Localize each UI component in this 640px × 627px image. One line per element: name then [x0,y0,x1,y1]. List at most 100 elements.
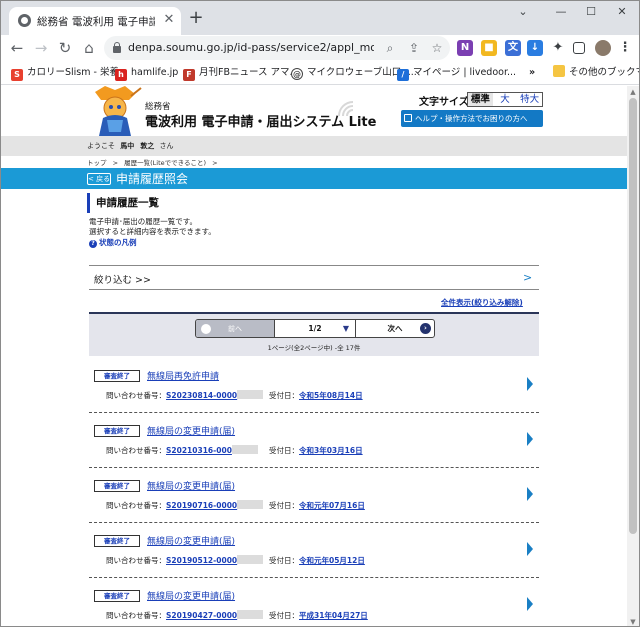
back-button[interactable]: < 戻る [87,173,111,185]
bookmarks-bar: S カロリーSlism - 栄養... h hamlife.jp F 月刊FBニュース… [1,61,639,85]
forward-arrow-icon[interactable]: → [31,38,51,58]
help-window-icon [404,114,412,122]
application-row[interactable]: 審査終了 無線局の変更申請(届) 問い合わせ番号：S20190512-0000 受付日… [89,523,539,578]
inquiry-number-value: S20190716-0000 [166,501,238,510]
breadcrumb-separator: > [112,159,119,167]
bookmark-livedoor[interactable]: / マイページ | livedoor... [397,65,516,81]
inquiry-number-value: S20190512-0000 [166,556,238,565]
row-arrow-icon [527,487,533,501]
home-icon[interactable]: ⌂ [79,38,99,58]
bookmarks-overflow-icon[interactable]: » [529,65,535,81]
received-date-value: 令和5年08月14日 [299,391,363,400]
bookmark-other-folder[interactable]: その他のブックマーク [553,65,639,81]
status-legend-link[interactable]: ? 状態の凡例 [89,237,137,248]
search-icon[interactable]: ⌕ [382,40,398,56]
star-icon[interactable]: ☆ [429,40,445,56]
share-icon[interactable]: ⇪ [406,40,422,56]
breadcrumb-top-link[interactable]: トップ [87,159,107,167]
puzzle-extensions-icon[interactable]: ✦ [550,40,566,56]
download-extension-icon[interactable]: ↓ [527,40,543,56]
next-page-button[interactable]: 次へ › [356,320,434,337]
onenote-extension-icon[interactable]: N [457,40,473,56]
breadcrumb-history-link[interactable]: 履歴一覧(Liteでできること) [124,159,206,167]
page-content: 総務省 電波利用 電子申請・届出システム Lite 文字サイズ 標準 大 特大 … [1,86,627,626]
row-arrow-icon [527,597,533,611]
received-date: 受付日：令和5年08月14日 [269,390,363,401]
redaction-mask [237,390,264,399]
application-row[interactable]: 審査終了 無線局の変更申請(届) 問い合わせ番号：S20190716-0000 受付日… [89,468,539,523]
fontsize-xlarge-button[interactable]: 特大 [517,93,542,106]
received-date: 受付日：平成31年04月27日 [269,610,368,621]
application-name-link[interactable]: 無線局の変更申請(届) [147,424,235,437]
url-text[interactable]: denpa.soumu.go.jp/id-pass/service2/appl_… [128,41,374,54]
inquiry-number: 問い合わせ番号：S20230814-0000 [106,390,264,401]
inquiry-number: 問い合わせ番号：S20210316-000 [106,445,258,456]
page-select[interactable]: 1/2 ▼ [274,320,356,337]
breadcrumb: トップ > 履歴一覧(Liteでできること) > [87,157,222,167]
filter-toggle[interactable]: 絞り込む >> > [89,265,539,290]
prev-circle-icon [201,324,211,334]
fb-icon: F [183,69,195,81]
close-tab-icon[interactable]: ✕ [161,12,177,28]
description-line: 選択すると詳細内容を表示できます。 [89,227,216,236]
welcome-prefix: ようこそ [87,142,115,150]
application-name-link[interactable]: 無線局の変更申請(届) [147,589,235,602]
close-window-button[interactable]: ✕ [610,4,634,20]
reload-icon[interactable]: ↻ [55,38,75,58]
application-row[interactable]: 審査終了 無線局再免許申請 問い合わせ番号：S20230814-0000 受付日：令和… [89,358,539,413]
help-button-label: ヘルプ・操作方法でお困りの方へ [415,114,528,123]
bookmark-calorie[interactable]: S カロリーSlism - 栄養... [11,65,128,81]
profile-avatar[interactable] [595,40,611,56]
application-name-link[interactable]: 無線局の変更申請(届) [147,479,235,492]
at-icon: @ [291,68,303,80]
status-badge: 審査終了 [94,480,140,492]
application-name-link[interactable]: 無線局再免許申請 [147,369,219,382]
new-tab-button[interactable]: + [187,9,205,27]
scroll-up-icon[interactable]: ▲ [629,88,637,96]
scroll-down-icon[interactable]: ▼ [629,618,637,626]
inquiry-number-value: S20230814-0000 [166,391,238,400]
maximize-button[interactable]: ☐ [579,4,603,20]
user-given-name: 敦之 [140,142,155,150]
page-scrollbar[interactable]: ▲ ▼ [627,86,639,626]
minimize-button[interactable]: — [549,4,573,20]
more-menu-icon[interactable]: ⋮ [617,40,633,56]
inquiry-number: 問い合わせ番号：S20190716-0000 [106,500,264,511]
lock-icon[interactable] [113,42,121,53]
s-icon: S [11,69,23,81]
application-name-link[interactable]: 無線局の変更申請(届) [147,534,235,547]
caret-down-icon: ▼ [342,324,349,333]
pager-info: 1ページ(全2ページ中) -全 17件 [267,344,361,352]
page-title: 申請履歴照会 [116,172,189,186]
application-row[interactable]: 審査終了 無線局の変更申請(届) 問い合わせ番号：S20210316-000 受付日：… [89,413,539,468]
fontsize-standard-button[interactable]: 標準 [468,93,493,106]
redaction-mask [237,610,264,619]
notes-extension-icon[interactable]: ■ [481,40,497,56]
browser-tab[interactable]: 総務省 電波利用 電子申請･届出 ✕ [9,7,181,35]
fontsize-large-button[interactable]: 大 [493,93,518,106]
translate-extension-icon[interactable]: 文 [505,40,521,56]
received-label: 受付日： [269,501,299,510]
tab-search-icon[interactable]: ⌄ [511,4,535,20]
received-label: 受付日： [269,556,299,565]
application-row[interactable]: 審査終了 無線局の変更申請(届) 問い合わせ番号：S20190427-0000 受付日… [89,578,539,626]
received-date-value: 平成31年04月27日 [299,611,368,620]
bookmark-label: hamlife.jp [131,67,179,78]
breadcrumb-separator: > [212,159,218,167]
page-title-bar: < 戻る 申請履歴照会 [1,168,627,189]
help-button[interactable]: ヘルプ・操作方法でお困りの方へ [401,110,543,127]
show-all-link[interactable]: 全件表示(絞り込み解除) [441,297,523,308]
status-badge: 審査終了 [94,590,140,602]
received-date-value: 令和元年07月16日 [299,501,365,510]
inquiry-number: 問い合わせ番号：S20190512-0000 [106,555,264,566]
row-arrow-icon [527,542,533,556]
bookmark-fbnews[interactable]: F 月刊FBニュース アマ... [183,65,299,81]
inquiry-label: 問い合わせ番号： [106,611,166,620]
side-panel-icon[interactable] [573,42,585,54]
bookmark-hamlife[interactable]: h hamlife.jp [115,65,178,81]
scroll-thumb[interactable] [629,98,637,534]
prev-page-button[interactable]: 前へ [196,320,274,337]
address-bar[interactable]: denpa.soumu.go.jp/id-pass/service2/appl_… [104,36,450,60]
back-arrow-icon[interactable]: ← [7,38,27,58]
inquiry-label: 問い合わせ番号： [106,446,166,455]
